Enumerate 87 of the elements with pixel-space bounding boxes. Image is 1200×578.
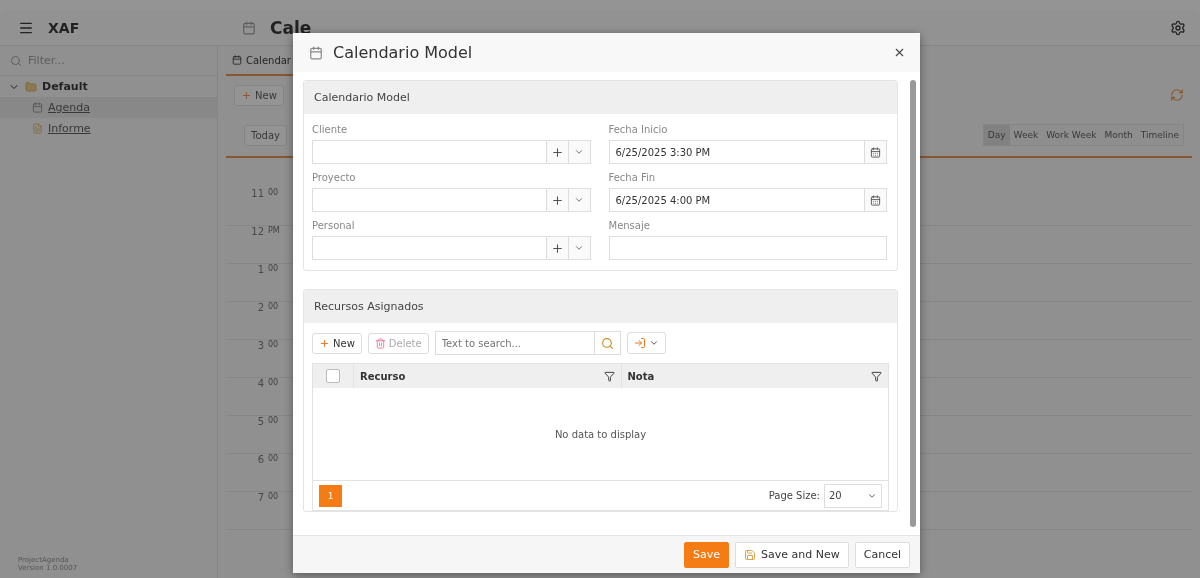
hour-label: 6 [256,454,264,465]
nav-group-label[interactable]: Default [42,80,88,93]
minute-label: 00 [268,416,279,425]
empty-message: No data to display [554,428,647,440]
settings-icon[interactable] [1170,19,1186,36]
select-all-checkbox[interactable] [326,369,340,383]
caret-icon [574,243,584,253]
caret-icon [648,338,659,348]
today-button[interactable]: Today [244,124,287,146]
field-label: Fecha Inicio [608,124,669,135]
date-field[interactable]: 6/25/2025 3:30 PM [608,140,865,164]
nav-item[interactable]: Agenda [0,97,217,118]
plus-icon [550,241,564,255]
page-button[interactable]: 1 [319,485,342,507]
save-icon [744,548,757,561]
minute-label: 00 [268,264,279,273]
search-icon [10,54,22,67]
field-label: Personal [312,220,356,231]
add-button[interactable] [546,140,569,164]
refresh-icon[interactable] [1170,88,1184,102]
minute-label: 00 [268,492,279,501]
plus-icon [550,193,564,207]
calendar-icon [232,55,242,65]
export-button[interactable] [626,332,666,354]
minute-label: 00 [268,378,279,387]
nav-item[interactable]: Informe [0,118,217,139]
page-size-select[interactable]: 20 [824,483,882,508]
column-header[interactable]: Nota [620,364,888,388]
section-title: Recursos Asignados [304,290,897,323]
plus-icon [319,337,330,349]
save-and-new-button[interactable]: Save and New [735,541,849,568]
page-title: Cale [270,17,313,38]
close-button[interactable] [893,46,906,59]
hour-label: 3 [256,340,264,351]
date-field[interactable]: 6/25/2025 4:00 PM [608,188,865,212]
new-button[interactable]: New [312,332,362,354]
cancel-button[interactable]: Cancel [854,541,910,568]
add-button[interactable] [546,236,569,260]
field-label: Cliente [312,124,349,135]
trash-icon [374,337,386,349]
hour-label: 2 [256,302,264,313]
view-option[interactable]: Day [983,125,1010,145]
plus-icon [241,89,252,101]
search-icon [600,336,614,350]
field-label: Mensaje [608,220,651,231]
export-icon [633,337,646,349]
folder-icon [25,80,37,93]
app-title: XAF [48,19,81,36]
calendar-icon [32,102,43,113]
filter-icon[interactable] [871,370,882,382]
minute-label: 00 [268,302,279,311]
search-field[interactable]: Text to search... [434,331,595,355]
calendar-icon [242,20,256,35]
field-label: Proyecto [312,172,357,183]
caret-icon [574,147,584,157]
filter-icon[interactable] [603,370,615,382]
calendar-icon [870,146,881,158]
calendar-icon [309,45,323,60]
dialog-title: Calendario Model [333,43,474,62]
calendar-icon [870,194,881,206]
save-button[interactable]: Save [684,541,730,568]
lookup-field[interactable] [312,236,547,260]
lookup-field[interactable] [312,188,547,212]
report-icon [32,123,43,134]
calendar-button[interactable] [865,140,887,164]
hour-label: 5 [256,416,264,427]
minute-label: 00 [268,454,279,463]
hour-label: 11 [250,188,264,199]
add-button[interactable] [546,188,569,212]
hour-label: 12 [250,226,264,237]
hour-label: 4 [256,378,264,389]
column-header[interactable]: Recurso [353,364,621,388]
field-label: Fecha Fin [608,172,657,183]
new-button[interactable]: New [234,84,284,106]
minute-label: 00 [268,340,279,349]
caret-icon [574,195,584,205]
section-title: Calendario Model [304,81,897,114]
plus-icon [550,145,564,159]
calendar-button[interactable] [865,188,887,212]
minute-label: 00 [268,188,279,197]
hour-label: 7 [256,492,264,503]
hour-label: 1 [256,264,264,275]
text-field[interactable] [608,236,887,260]
page-size-label: Page Size: [768,490,820,501]
search-button[interactable] [594,331,621,355]
lookup-field[interactable] [312,140,547,164]
minute-label: PM [268,226,280,235]
